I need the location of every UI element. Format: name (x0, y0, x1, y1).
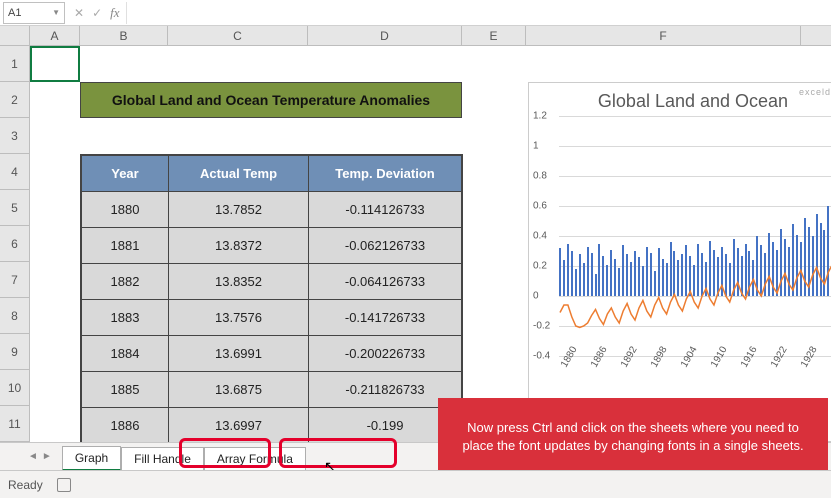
formula-input[interactable] (127, 2, 831, 24)
name-box-value: A1 (8, 7, 21, 19)
grid: 1 2 3 4 5 6 7 8 9 10 11 Global Land and … (0, 46, 831, 442)
row-header-8[interactable]: 8 (0, 298, 29, 334)
table-header-row: Year Actual Temp Temp. Deviation (82, 156, 462, 192)
th-dev: Temp. Deviation (309, 156, 462, 192)
data-table: Year Actual Temp Temp. Deviation 188013.… (80, 154, 463, 445)
row-header-1[interactable]: 1 (0, 46, 29, 82)
y-axis-label: 1 (533, 141, 539, 152)
tab-prev-icon[interactable]: ◄ (28, 451, 38, 462)
tab-nav: ◄ ► (28, 451, 52, 462)
col-header-f[interactable]: F (526, 26, 801, 45)
row-header-9[interactable]: 9 (0, 334, 29, 370)
row-header-4[interactable]: 4 (0, 154, 29, 190)
cells-area[interactable]: Global Land and Ocean Temperature Anomal… (30, 46, 831, 442)
table-row: 188213.8352-0.064126733 (82, 264, 462, 300)
tab-array-formula[interactable]: Array Formula (204, 447, 306, 470)
name-box[interactable]: A1 ▼ (3, 2, 65, 24)
th-year: Year (82, 156, 169, 192)
tab-fill-handle[interactable]: Fill Handle (121, 447, 204, 470)
row-header-11[interactable]: 11 (0, 406, 29, 442)
y-axis-label: 0.6 (533, 201, 547, 212)
row-header-2[interactable]: 2 (0, 82, 29, 118)
chart[interactable]: exceldemy Global Land and Ocean -0.4-0.2… (528, 82, 831, 442)
cancel-icon[interactable]: ✕ (74, 6, 84, 20)
tab-graph[interactable]: Graph (62, 446, 121, 471)
record-macro-icon[interactable] (57, 478, 71, 492)
fx-icon[interactable]: fx (110, 5, 119, 21)
y-axis-label: -0.2 (533, 321, 550, 332)
row-header-5[interactable]: 5 (0, 190, 29, 226)
table-row: 188413.6991-0.200226733 (82, 336, 462, 372)
y-axis-label: 0.4 (533, 231, 547, 242)
y-axis-label: 0.8 (533, 171, 547, 182)
active-cell-selection (30, 46, 80, 82)
row-header-7[interactable]: 7 (0, 262, 29, 298)
col-header-e[interactable]: E (462, 26, 526, 45)
row-header-10[interactable]: 10 (0, 370, 29, 406)
chart-plot-area: -0.4-0.200.20.40.60.811.2188018861892189… (559, 116, 831, 356)
y-axis-label: 0.2 (533, 261, 547, 272)
col-header-c[interactable]: C (168, 26, 308, 45)
confirm-icon[interactable]: ✓ (92, 6, 102, 20)
instruction-callout: Now press Ctrl and click on the sheets w… (438, 398, 828, 476)
status-text: Ready (8, 478, 43, 492)
row-header-6[interactable]: 6 (0, 226, 29, 262)
chart-title: Global Land and Ocean (529, 83, 831, 116)
y-axis-label: 1.2 (533, 111, 547, 122)
table-row: 188513.6875-0.211826733 (82, 372, 462, 408)
y-axis-label: -0.4 (533, 351, 550, 362)
table-row: 188113.8372-0.062126733 (82, 228, 462, 264)
col-header-b[interactable]: B (80, 26, 168, 45)
sheet-title: Global Land and Ocean Temperature Anomal… (80, 82, 462, 118)
column-headers: A B C D E F (0, 26, 831, 46)
watermark: exceldemy (799, 87, 831, 97)
chevron-down-icon[interactable]: ▼ (52, 8, 60, 17)
row-header-3[interactable]: 3 (0, 118, 29, 154)
select-all-corner[interactable] (0, 26, 30, 45)
formula-controls: ✕ ✓ fx (68, 2, 127, 24)
col-header-d[interactable]: D (308, 26, 462, 45)
table-row: 188013.7852-0.114126733 (82, 192, 462, 228)
status-bar: Ready (0, 470, 831, 498)
table-row: 188313.7576-0.141726733 (82, 300, 462, 336)
row-headers: 1 2 3 4 5 6 7 8 9 10 11 (0, 46, 30, 442)
formula-bar: A1 ▼ ✕ ✓ fx (0, 0, 831, 26)
th-actual: Actual Temp (169, 156, 309, 192)
tab-next-icon[interactable]: ► (42, 451, 52, 462)
y-axis-label: 0 (533, 291, 539, 302)
table-row: 188613.6997-0.199 (82, 408, 462, 444)
col-header-a[interactable]: A (30, 26, 80, 45)
